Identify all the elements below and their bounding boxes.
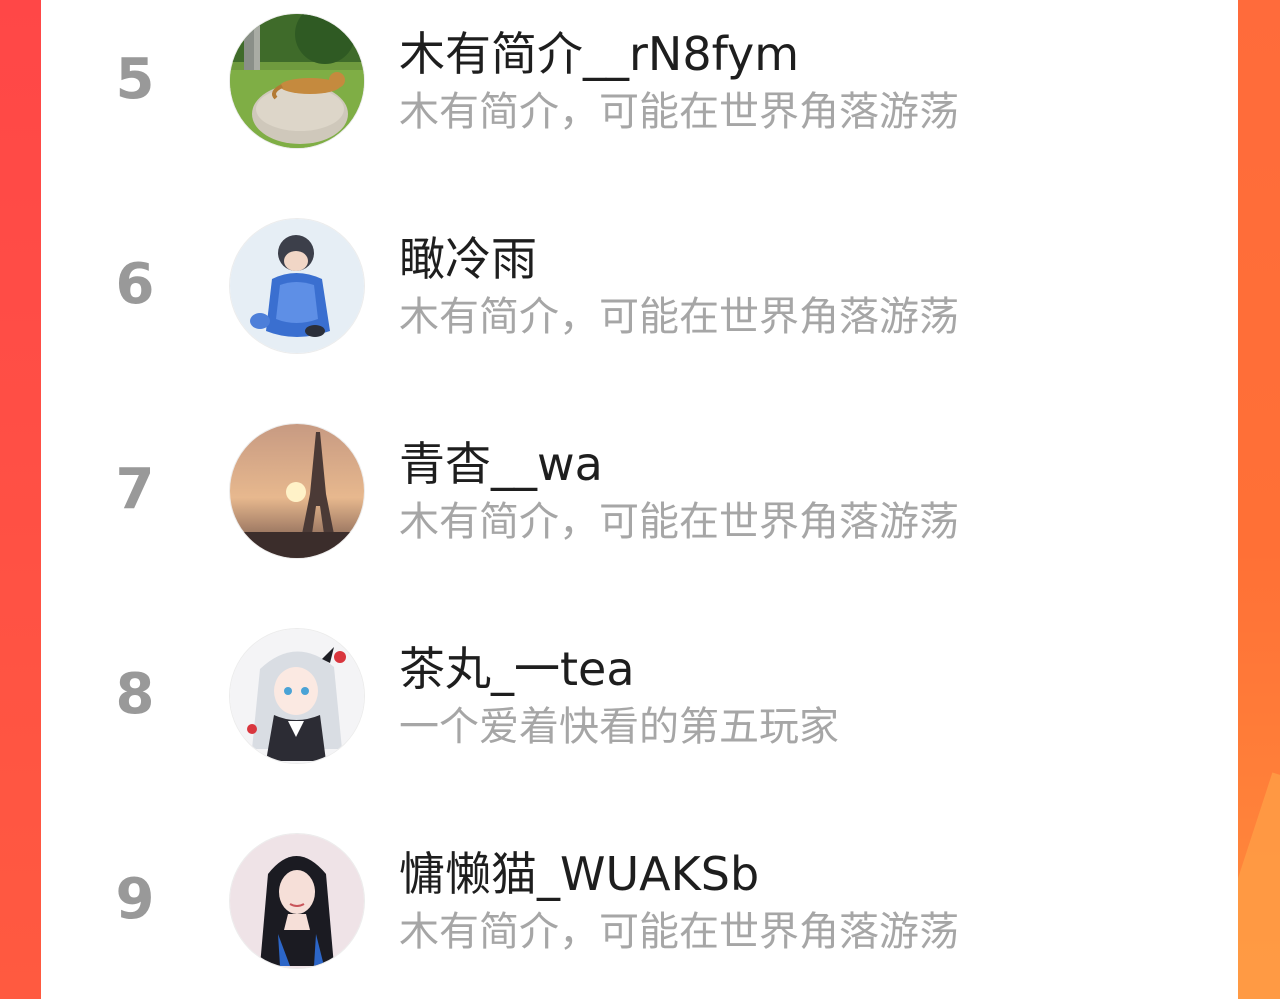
eiffel-tower-sunset-avatar[interactable] [230,424,364,558]
cat-on-rock-avatar[interactable] [230,14,364,148]
rank-number: 5 [115,47,155,112]
user-bio: 木有简介，可能在世界角落游荡 [399,89,959,135]
ranking-row[interactable]: 9 慵懒猫_WUAKSb 木有简介，可能在世界角落游荡 [41,828,1238,968]
child-in-blue-avatar[interactable] [230,219,364,353]
ranking-row[interactable]: 8 茶丸_一tea 一个爱着快看的第五玩家 [41,623,1238,763]
user-bio: 木有简介，可能在世界角落游荡 [399,294,959,340]
user-bio: 一个爱着快看的第五玩家 [399,704,839,750]
rank-number: 6 [115,252,155,317]
ranking-row[interactable]: 7 青杳__wa 木有简介，可能在世界角落游荡 [41,418,1238,558]
woman-portrait-avatar[interactable] [230,834,364,968]
left-accent-border [0,0,41,999]
user-bio: 木有简介，可能在世界角落游荡 [399,499,959,545]
rank-number: 9 [115,867,155,932]
ranking-row[interactable]: 5 木有简介__rN8fym 木有简介，可能在世界角落游荡 [41,8,1238,148]
user-name[interactable]: 茶丸_一tea [399,641,635,697]
rank-number: 7 [115,457,155,522]
ranking-list-card: 5 木有简介__rN8fym 木有简介，可能在世界角落游荡 6 瞰冷雨 木有简介… [41,0,1238,999]
user-name[interactable]: 青杳__wa [399,436,603,492]
user-name[interactable]: 慵懒猫_WUAKSb [399,846,759,902]
ranking-row[interactable]: 6 瞰冷雨 木有简介，可能在世界角落游荡 [41,213,1238,353]
user-name[interactable]: 瞰冷雨 [399,231,537,287]
user-bio: 木有简介，可能在世界角落游荡 [399,909,959,955]
right-accent-border [1238,0,1280,999]
rank-number: 8 [115,662,155,727]
anime-maid-avatar[interactable] [230,629,364,763]
user-name[interactable]: 木有简介__rN8fym [399,26,799,82]
